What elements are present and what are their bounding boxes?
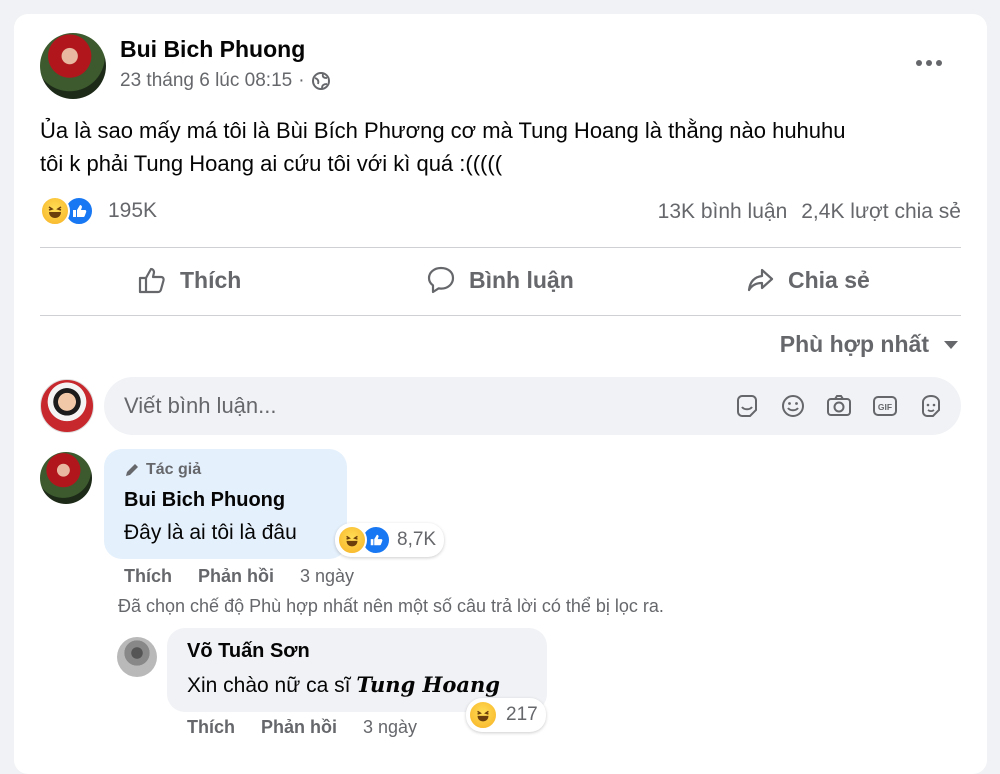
pen-icon <box>124 462 140 478</box>
comment-reply-button[interactable]: Phản hồi <box>198 566 274 587</box>
comment-like-button[interactable]: Thích <box>124 566 172 587</box>
reply-like-button[interactable]: Thích <box>187 717 235 738</box>
reply-actions: Thích Phản hồi 3 ngày <box>187 717 417 738</box>
reply-author-name[interactable]: Võ Tuấn Sơn <box>187 640 310 663</box>
comment-author-name[interactable]: Bui Bich Phuong <box>124 489 285 512</box>
reply-reactions[interactable]: 217 <box>466 698 546 732</box>
comment-icon <box>425 264 457 296</box>
sort-dropdown[interactable]: Phù hợp nhất <box>780 331 959 358</box>
reply-text-prefix: Xin chào nữ ca sĩ <box>187 674 351 697</box>
post-meta: 23 tháng 6 lúc 08:15 · <box>120 70 331 92</box>
author-avatar[interactable] <box>40 33 106 99</box>
haha-reaction-icon <box>40 196 70 226</box>
reply-text-styled: Tung Hoang <box>356 672 500 697</box>
post-text-line2: tôi k phải Tung Hoang ai cứu tôi với kì … <box>40 151 503 176</box>
comment-input[interactable]: Viết bình luận... <box>124 393 277 419</box>
like-label: Thích <box>180 266 242 293</box>
composer-tools: GIF <box>731 390 947 422</box>
reply-avatar[interactable] <box>117 637 157 677</box>
comment-time[interactable]: 3 ngày <box>300 566 354 587</box>
haha-reaction-icon <box>337 525 367 555</box>
reaction-count: 195K <box>108 199 158 222</box>
reply-reply-button[interactable]: Phản hồi <box>261 717 337 738</box>
gif-icon[interactable]: GIF <box>869 390 901 422</box>
post-card: Bui Bich Phuong 23 tháng 6 lúc 08:15 · Ủ… <box>14 14 987 774</box>
globe-icon <box>311 71 331 91</box>
share-count[interactable]: 2,4K lượt chia sẻ <box>801 200 961 224</box>
camera-icon[interactable] <box>823 390 855 422</box>
engagement-counts: 13K bình luận 2,4K lượt chia sẻ <box>658 200 961 224</box>
reply-time[interactable]: 3 ngày <box>363 717 417 738</box>
post-text: Ủa là sao mấy má tôi là Bùi Bích Phương … <box>40 114 970 180</box>
svg-text:GIF: GIF <box>878 402 892 412</box>
comment-text: Đây là ai tôi là đâu <box>124 521 297 544</box>
caret-down-icon <box>943 340 959 350</box>
current-user-avatar[interactable] <box>40 379 94 433</box>
emoji-icon[interactable] <box>777 390 809 422</box>
meta-separator: · <box>298 70 305 91</box>
haha-reaction-icon <box>468 700 498 730</box>
comment-actions: Thích Phản hồi 3 ngày <box>124 566 354 587</box>
more-icon[interactable] <box>914 56 944 74</box>
reply-text: Xin chào nữ ca sĩ Tung Hoang <box>187 672 500 698</box>
post-text-line1: Ủa là sao mấy má tôi là Bùi Bích Phương … <box>40 118 846 143</box>
reaction-summary[interactable]: 195K <box>40 196 157 226</box>
post-timestamp[interactable]: 23 tháng 6 lúc 08:15 <box>120 70 292 92</box>
comment-button[interactable]: Bình luận <box>425 264 574 296</box>
share-button[interactable]: Chia sẻ <box>744 264 870 296</box>
author-name[interactable]: Bui Bich Phuong <box>120 36 305 63</box>
sticker-icon[interactable] <box>731 390 763 422</box>
comment-count[interactable]: 13K bình luận <box>658 200 788 224</box>
comment-reactions[interactable]: 8,7K <box>335 523 445 557</box>
share-icon <box>744 264 776 296</box>
divider-bottom <box>40 315 961 316</box>
author-badge: Tác giả <box>124 461 201 479</box>
comment-avatar[interactable] <box>40 452 92 504</box>
like-icon <box>136 264 168 296</box>
comment-label: Bình luận <box>469 266 574 293</box>
filter-note: Đã chọn chế độ Phù hợp nhất nên một số c… <box>118 596 664 616</box>
comment-bubble: Tác giả Bui Bich Phuong Đây là ai tôi là… <box>104 449 347 559</box>
avatar-sticker-icon[interactable] <box>915 390 947 422</box>
author-badge-label: Tác giả <box>146 461 202 478</box>
like-button[interactable]: Thích <box>136 264 241 296</box>
divider-top <box>40 247 961 248</box>
comment-composer[interactable]: Viết bình luận... GIF <box>104 377 961 435</box>
reply-reaction-count: 217 <box>506 704 538 725</box>
sort-label: Phù hợp nhất <box>779 331 929 357</box>
comment-reaction-count: 8,7K <box>397 529 437 550</box>
share-label: Chia sẻ <box>788 266 870 293</box>
